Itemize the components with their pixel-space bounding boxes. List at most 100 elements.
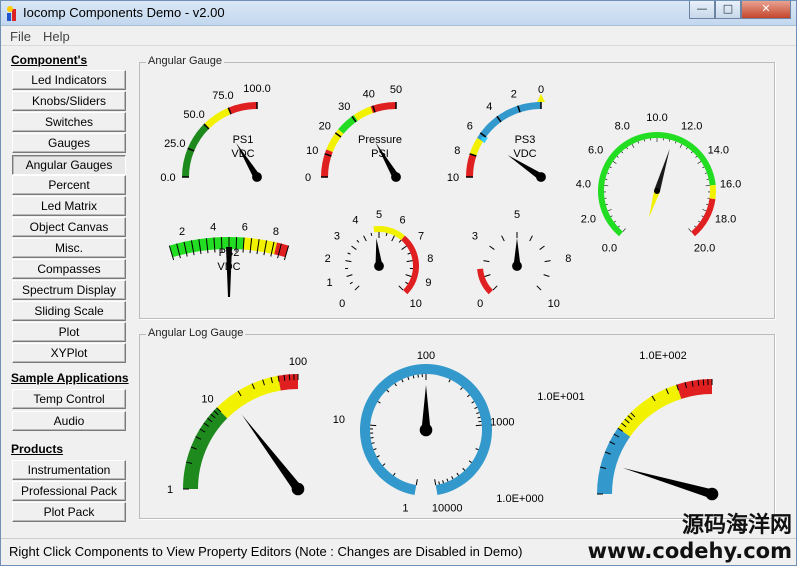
gauge-small-b: 0 3 5 8 10: [472, 209, 572, 310]
pressure-title: Pressure: [358, 134, 402, 146]
small-a-tick-label: 10: [410, 298, 422, 310]
log3-needle-hub: [705, 487, 719, 501]
small-b-tick-label: 10: [548, 298, 560, 310]
dial-needle: [654, 148, 670, 192]
small-a-tick: [405, 274, 412, 277]
gauge-ps1: 0.025.050.075.0100.0PS1VDC: [160, 83, 270, 184]
small-a-tick: [405, 281, 409, 285]
title-bar[interactable]: Iocomp Components Demo - v2.00 — □ ✕: [1, 1, 796, 26]
small-b-tick: [544, 260, 551, 263]
window-title: Iocomp Components Demo - v2.00: [23, 5, 225, 20]
log2-tick-label: 1: [402, 502, 408, 514]
dial-minor-tick: [704, 172, 707, 174]
log2-tick: [401, 379, 404, 383]
log2-tick: [442, 480, 445, 484]
log2-tick: [475, 448, 479, 451]
dial-minor-tick: [626, 147, 628, 150]
log2-tick: [476, 412, 480, 414]
log2-tick: [407, 376, 410, 381]
client-area: Component's Led Indicators Knobs/Sliders…: [1, 47, 796, 538]
ps1-tick-label: 75.0: [212, 90, 233, 102]
dial-minor-tick: [613, 220, 616, 223]
log2-tick: [460, 387, 463, 391]
log2-tick: [373, 448, 377, 451]
ps2-tick-label: 8: [273, 226, 279, 238]
dial-minor-tick: [612, 161, 617, 164]
dial-tick-label: 0.0: [602, 243, 617, 255]
watermark-line1: 源码海洋网: [681, 513, 792, 538]
dial-hub: [654, 188, 660, 194]
ps1-needle-hub: [252, 172, 262, 182]
log2-tick: [474, 406, 478, 410]
log1-tick-label: 100: [289, 356, 307, 368]
minimize-button[interactable]: —: [689, 1, 715, 19]
dial-tick-label: 14.0: [708, 145, 729, 157]
ps1-tick-label: 50.0: [183, 109, 204, 121]
ps3-tick-label: 10: [447, 172, 459, 184]
close-button[interactable]: ✕: [741, 1, 791, 19]
log3-tick-label: 1.0E+001: [537, 391, 584, 403]
ps3-needle-hub: [536, 172, 546, 182]
log2-tick: [475, 424, 482, 427]
small-a-tick: [351, 245, 357, 250]
pressure-band-red-low: [321, 149, 333, 177]
menu-help[interactable]: Help: [43, 29, 70, 44]
log2-tick: [477, 416, 481, 419]
small-b-needle-hub: [512, 261, 522, 271]
small-b-tick: [501, 235, 505, 242]
small-b-tick: [539, 245, 545, 250]
ps3-tick-label: 8: [454, 145, 460, 157]
small-a-tick-label: 0: [339, 298, 345, 310]
menu-file[interactable]: File: [10, 29, 31, 44]
small-a-tick-label: 1: [326, 277, 332, 289]
ps1-tick-label: 25.0: [164, 138, 185, 150]
log3-band-yellow: [617, 384, 682, 437]
ps1-band-red: [228, 102, 257, 115]
menu-bar: File Help: [1, 26, 796, 46]
log3-tick-label: 1.0E+000: [496, 493, 543, 505]
small-a-tick: [356, 239, 360, 243]
dial-minor-tick: [697, 161, 702, 164]
small-a-tick: [391, 235, 395, 242]
dial-minor-tick: [622, 228, 626, 232]
log2-tick: [466, 394, 470, 398]
small-b-tick: [543, 274, 550, 277]
dial-minor-tick: [695, 156, 698, 158]
ps3-tick-label: 2: [511, 88, 517, 100]
log2-tick: [451, 476, 454, 480]
log1-needle-hub: [291, 482, 305, 496]
pressure-tick-label: 50: [390, 84, 402, 96]
small-a-tick-label: 9: [425, 277, 431, 289]
maximize-button[interactable]: □: [715, 1, 741, 19]
pressure-band-green: [338, 114, 358, 134]
log1-band-red: [278, 374, 298, 391]
dial-minor-tick: [607, 209, 612, 212]
dial-minor-tick: [607, 172, 610, 174]
dial-minor-tick: [688, 228, 692, 232]
small-a-tick: [347, 252, 351, 255]
ps3-band-red: [466, 153, 477, 177]
dial-minor-tick: [694, 225, 696, 228]
small-b-tick: [492, 285, 498, 291]
dial-minor-tick: [637, 141, 640, 144]
gauge-small-a: 01 234 5 678 910: [325, 209, 434, 310]
log2-tick: [371, 442, 375, 444]
app-window: Iocomp Components Demo - v2.00 — □ ✕ Fil…: [0, 0, 797, 566]
log2-tick: [468, 460, 472, 463]
log2-tick: [386, 389, 390, 393]
log2-tick: [394, 383, 397, 387]
small-a-tick-label: 8: [427, 253, 433, 265]
dial-tick-label: 18.0: [715, 214, 736, 226]
log2-needle-hub: [419, 423, 433, 437]
ps3-title: PS3: [515, 134, 536, 146]
small-a-tick-label: 2: [325, 253, 331, 265]
dial-minor-tick: [621, 151, 624, 154]
log1-band-yellow: [216, 375, 281, 419]
dial-minor-tick: [605, 203, 608, 206]
dial-minor-tick: [686, 147, 688, 150]
ps2-tick-label: 4: [210, 222, 216, 234]
small-b-tick-label: 3: [472, 230, 478, 242]
pressure-band-yellow-low: [326, 129, 344, 152]
dial-tick-label: 12.0: [681, 121, 702, 133]
small-b-tick-label: 8: [565, 253, 571, 265]
